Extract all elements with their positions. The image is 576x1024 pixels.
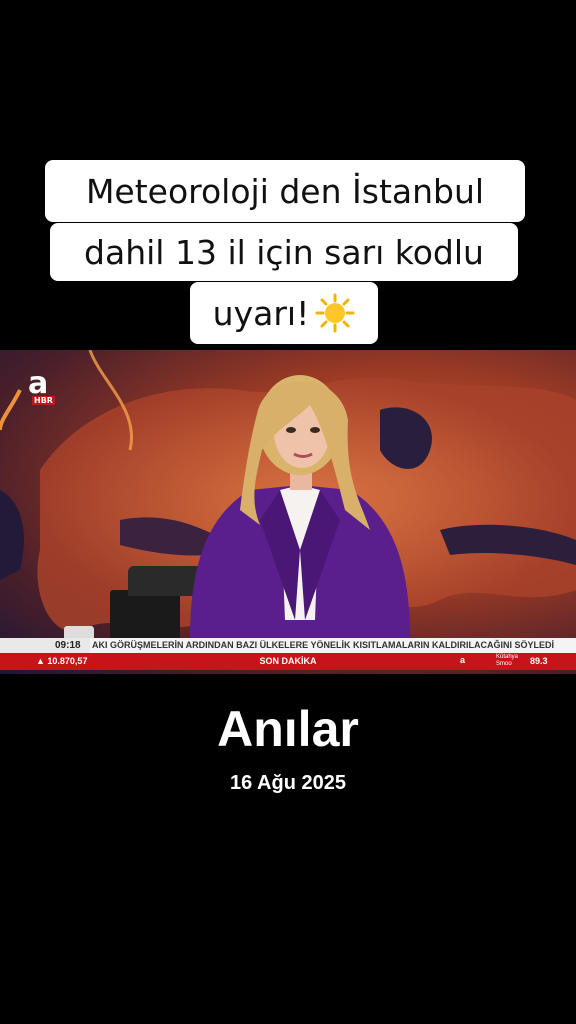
weather-city: Kütahya Smoo — [496, 654, 519, 667]
news-ticker: 09:18 AKI GÖRÜŞMELERİN ARDINDAN BAZI ÜLK… — [0, 638, 576, 653]
weather-value: 89.3 — [530, 656, 548, 666]
ticker-headline: AKI GÖRÜŞMELERİN ARDINDAN BAZI ÜLKELERE … — [92, 640, 555, 650]
sun-emoji-icon — [315, 293, 355, 333]
ticker-time: 09:18 — [0, 638, 90, 653]
video-player[interactable]: a HBR 09:18 AKI GÖRÜŞMELERİN ARDINDAN BA… — [0, 350, 576, 674]
weather-widget: a Kütahya Smoo 89.3 — [460, 654, 555, 669]
breaking-news-bar: ▲ 10.870,57 SON DAKİKA a Kütahya Smoo 89… — [0, 653, 576, 670]
presenter-figure — [190, 375, 410, 640]
album-title: Anılar — [217, 701, 359, 757]
album-date: 16 Ağu 2025 — [230, 772, 346, 794]
caption-line-1: Meteoroloji den İstanbul — [45, 160, 525, 222]
weather-brand-logo: a — [460, 655, 466, 665]
caption-line-3: uyarı! — [190, 282, 378, 344]
caption-line-2: dahil 13 il için sarı kodlu — [50, 223, 518, 281]
